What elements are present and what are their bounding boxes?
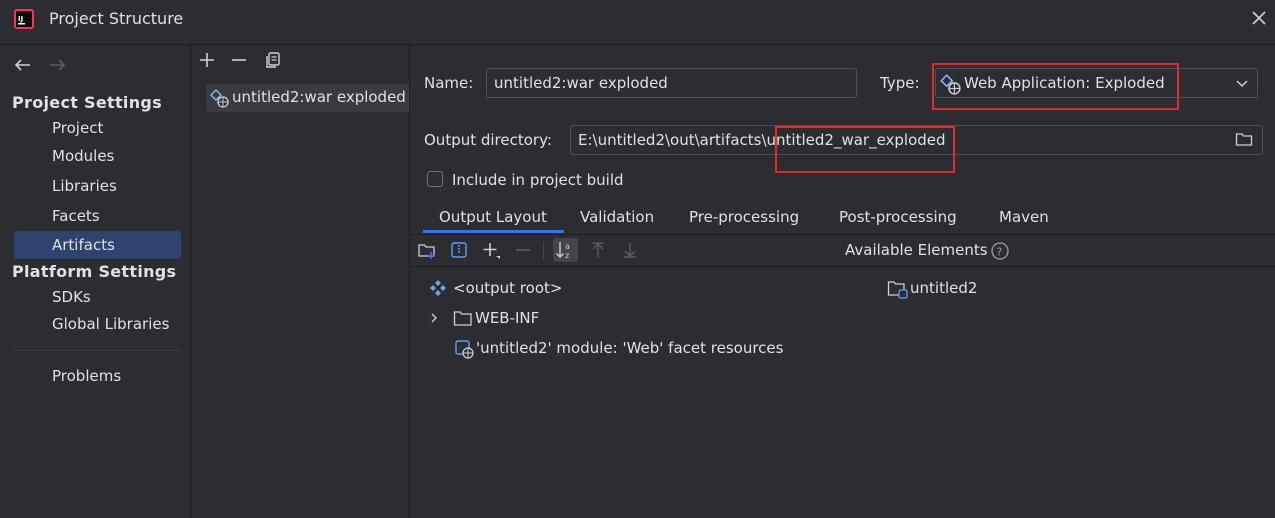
svg-text:a: a: [565, 242, 570, 251]
name-label: Name:: [424, 74, 474, 92]
svg-text:IJ: IJ: [18, 15, 23, 23]
remove-icon[interactable]: [229, 50, 249, 70]
tab-pre-processing[interactable]: Pre-processing: [689, 208, 799, 226]
svg-text:z: z: [565, 251, 569, 260]
sidebar-item-artifacts[interactable]: Artifacts: [14, 231, 181, 259]
title-divider: [0, 44, 1275, 45]
platform-settings-header: Platform Settings: [12, 262, 177, 281]
add-copy-icon[interactable]: [481, 240, 501, 260]
toolbar-separator: [543, 242, 544, 260]
include-build-label: Include in project build: [452, 171, 624, 189]
sidebar-item-libraries[interactable]: Libraries: [14, 172, 181, 200]
sidebar-item-sdks[interactable]: SDKs: [14, 283, 181, 311]
forward-arrow-icon: [50, 59, 66, 71]
copy-icon[interactable]: [263, 50, 283, 70]
artifact-list-label: untitled2:war exploded: [232, 88, 406, 106]
move-down-icon: [624, 243, 636, 258]
sidebar-item-project[interactable]: Project: [14, 114, 181, 142]
sidebar-item-modules[interactable]: Modules: [14, 142, 181, 170]
add-icon[interactable]: [197, 50, 217, 70]
folder-icon: [453, 311, 472, 326]
facet-resources-node[interactable]: 'untitled2' module: 'Web' facet resource…: [476, 339, 783, 357]
web-facet-resources-icon: [455, 340, 474, 359]
close-icon[interactable]: [1249, 8, 1269, 28]
title-bar: [0, 0, 1275, 44]
list-divider: [409, 45, 410, 518]
web-inf-node[interactable]: WEB-INF: [475, 309, 539, 327]
sidebar-divider: [190, 45, 191, 518]
sort-elements-icon[interactable]: a z: [553, 238, 578, 262]
tab-maven[interactable]: Maven: [999, 208, 1049, 226]
create-archive-icon[interactable]: [449, 240, 469, 260]
intellij-app-icon: IJ: [14, 9, 34, 29]
type-highlight-box: [932, 63, 1179, 110]
name-input[interactable]: untitled2:war exploded: [486, 68, 857, 98]
chevron-down-icon[interactable]: [1234, 76, 1250, 90]
web-artifact-icon: [210, 89, 229, 108]
available-module-item[interactable]: untitled2: [910, 279, 977, 297]
output-highlight-box: [775, 126, 955, 173]
output-root-node[interactable]: <output root>: [453, 279, 562, 297]
sidebar-item-global-libraries[interactable]: Global Libraries: [14, 310, 181, 338]
svg-text:?: ?: [997, 246, 1003, 259]
folder-browse-icon[interactable]: [1235, 131, 1253, 147]
back-arrow-icon[interactable]: [12, 56, 34, 74]
window-title: Project Structure: [49, 9, 184, 28]
sidebar-item-facets[interactable]: Facets: [14, 202, 181, 230]
tab-post-processing[interactable]: Post-processing: [839, 208, 957, 226]
include-build-checkbox[interactable]: [427, 171, 443, 187]
project-settings-header: Project Settings: [12, 93, 162, 112]
tab-output-layout[interactable]: Output Layout: [439, 208, 547, 226]
remove-element-icon: [516, 249, 530, 251]
active-tab-indicator: [423, 230, 564, 233]
tab-validation[interactable]: Validation: [580, 208, 654, 226]
toolbar-divider: [410, 266, 1275, 267]
available-elements-title: Available Elements: [845, 241, 988, 259]
sidebar-separator: [14, 350, 181, 351]
output-root-icon: [430, 280, 446, 296]
tabs-divider: [410, 234, 1275, 235]
help-icon[interactable]: ?: [990, 241, 1010, 261]
type-label: Type:: [880, 74, 920, 92]
chevron-right-icon[interactable]: [428, 311, 440, 325]
sidebar-item-problems[interactable]: Problems: [14, 362, 181, 390]
move-up-icon: [592, 242, 604, 257]
module-folder-icon: [887, 281, 908, 299]
output-directory-label: Output directory:: [424, 131, 552, 149]
new-folder-icon[interactable]: [417, 240, 437, 260]
